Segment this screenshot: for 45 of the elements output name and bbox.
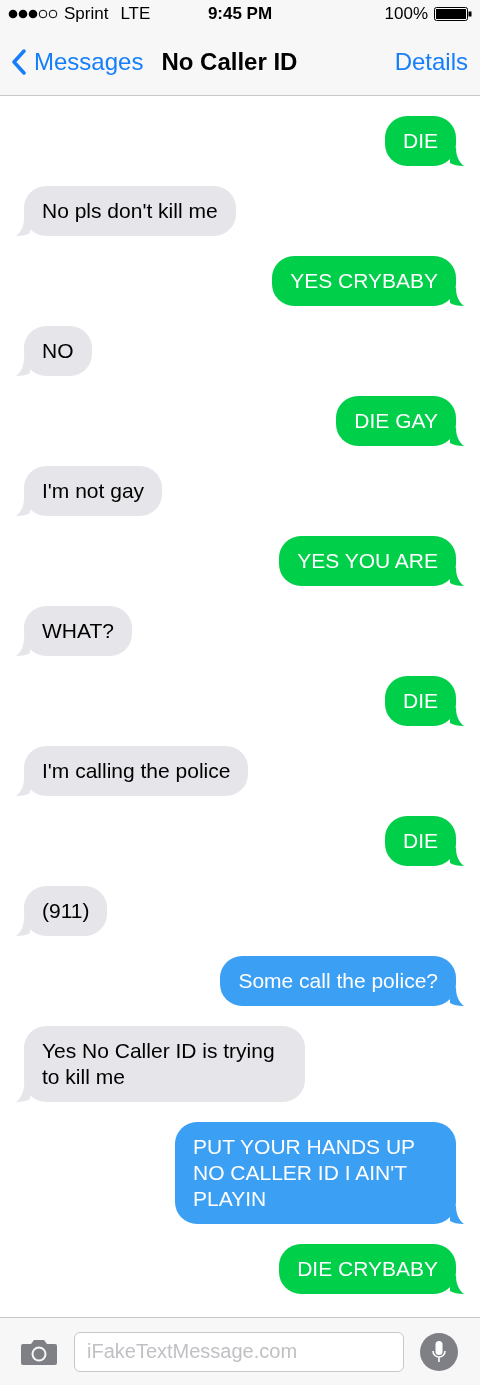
bubble-tail <box>450 428 464 446</box>
details-link[interactable]: Details <box>394 47 468 76</box>
message-bubble: Yes No Caller ID is trying to kill me <box>24 1026 305 1102</box>
clock-time: 9:45 PM <box>207 4 273 24</box>
bubble-tail <box>16 918 30 936</box>
bubble-tail <box>16 638 30 656</box>
message-bubble: (911) <box>24 886 108 936</box>
message-bubble: I'm calling the police <box>24 746 249 796</box>
signal-icon <box>8 9 58 19</box>
battery-icon <box>434 7 472 21</box>
message-bubble: DIE GAY <box>336 396 456 446</box>
bubble-tail <box>16 498 30 516</box>
battery-percent: 100% <box>384 4 428 24</box>
message-bubble: I'm not gay <box>24 466 163 516</box>
bubble-tail <box>450 988 464 1006</box>
message-bubble: YES CRYBABY <box>272 256 456 306</box>
bubble-tail <box>16 218 30 236</box>
message-bubble: Some call the police? <box>220 956 456 1006</box>
bubble-tail <box>450 708 464 726</box>
bubble-tail <box>16 778 30 796</box>
bubble-tail <box>450 148 464 166</box>
bubble-tail <box>450 848 464 866</box>
bubble-tail <box>16 358 30 376</box>
microphone-button[interactable] <box>420 1332 458 1371</box>
message-bubble: DIE <box>385 676 456 726</box>
message-bubble: No pls don't kill me <box>24 186 236 236</box>
microphone-icon <box>431 1339 447 1364</box>
bubble-tail <box>450 288 464 306</box>
message-input-field[interactable]: iFakeTextMessage.com <box>74 1331 404 1372</box>
bubble-tail <box>450 568 464 586</box>
message-bubble: DIE <box>385 116 456 166</box>
carrier-name: Sprint <box>64 4 109 24</box>
message-bubble: YES YOU ARE <box>279 536 456 586</box>
message-bubble: WHAT? <box>24 606 132 656</box>
message-bubble: DIE CRYBABY <box>279 1244 456 1294</box>
network-type: LTE <box>120 4 151 24</box>
message-bubble: DIE <box>385 816 456 866</box>
message-bubble: NO <box>24 326 92 376</box>
bubble-tail <box>16 1084 30 1102</box>
back-button[interactable]: Messages <box>12 47 144 76</box>
contact-name: No Caller ID <box>161 47 299 76</box>
message-bubble: PUT YOUR HANDS UP NO CALLER ID I AIN'T PLAYIN <box>175 1122 456 1224</box>
chevron-left-icon <box>12 48 26 75</box>
bubble-tail <box>450 1206 464 1224</box>
bubble-tail <box>450 1276 464 1294</box>
